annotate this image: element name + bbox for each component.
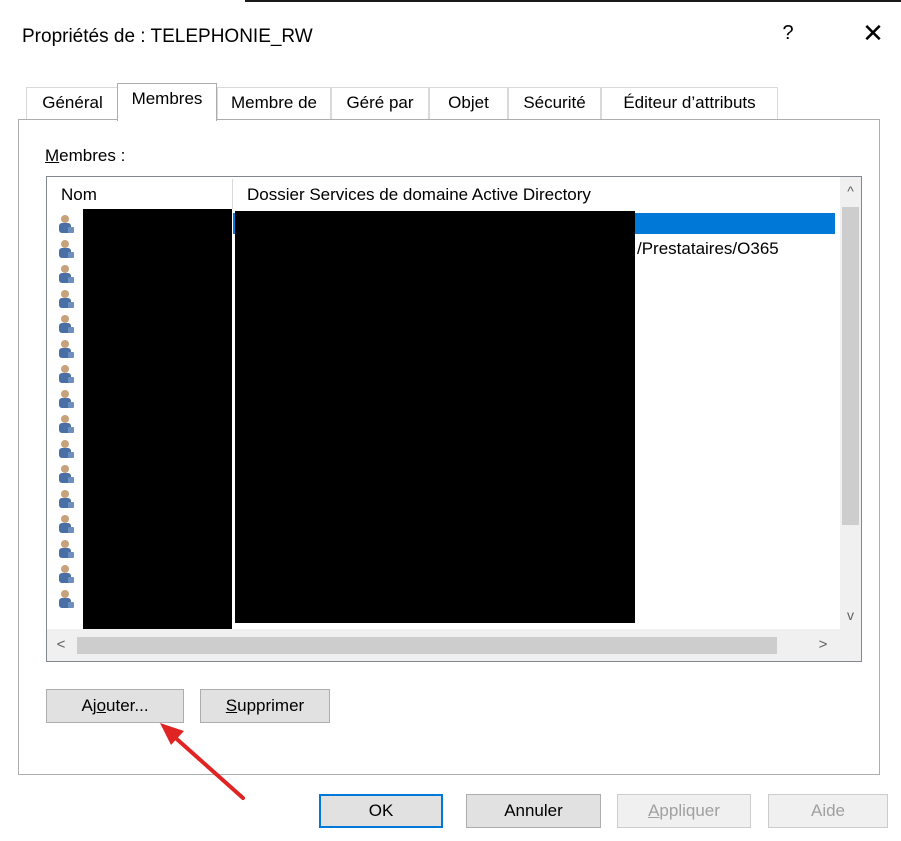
window-title: Propriétés de : TELEPHONIE_RW: [22, 26, 313, 47]
redaction-box: [235, 211, 635, 623]
help-icon[interactable]: ?: [778, 22, 798, 45]
tab-objet[interactable]: Objet: [429, 87, 508, 119]
user-icon: [59, 415, 74, 433]
tab-securite[interactable]: Sécurité: [508, 87, 601, 119]
scroll-right-icon[interactable]: >: [811, 629, 835, 661]
scroll-left-icon[interactable]: <: [49, 629, 73, 661]
members-label: Membres :: [45, 146, 126, 165]
tab-bar: Général Membres Membre de Géré par Objet…: [18, 83, 778, 121]
scroll-up-icon[interactable]: ^: [840, 179, 861, 203]
user-icon: [59, 365, 74, 383]
ok-button[interactable]: OK: [319, 794, 443, 828]
help-button[interactable]: Aide: [768, 794, 888, 828]
user-icon: [59, 440, 74, 458]
close-icon[interactable]: ✕: [860, 18, 886, 49]
column-header-dossier[interactable]: Dossier Services de domaine Active Direc…: [233, 177, 840, 211]
column-header-nom[interactable]: Nom: [47, 177, 232, 211]
top-border-line: [245, 0, 901, 2]
user-icon: [59, 265, 74, 283]
cancel-button[interactable]: Annuler: [466, 794, 601, 828]
horizontal-scrollbar[interactable]: < >: [47, 629, 861, 661]
add-button[interactable]: Ajouter...: [46, 689, 184, 723]
user-icon: [59, 390, 74, 408]
user-icon: [59, 490, 74, 508]
vertical-scroll-thumb[interactable]: [842, 207, 859, 525]
user-icon: [59, 540, 74, 558]
vertical-scrollbar[interactable]: ^ v: [840, 177, 861, 629]
user-icon: [59, 590, 74, 608]
tab-editeur-attributs[interactable]: Éditeur d’attributs: [601, 87, 778, 119]
column-header: Nom Dossier Services de domaine Active D…: [47, 177, 840, 211]
user-icon: [59, 215, 74, 233]
user-icon: [59, 240, 74, 258]
tab-general[interactable]: Général: [26, 87, 119, 119]
cell-folder: /Prestataires/O365: [637, 239, 779, 258]
tab-gere-par[interactable]: Géré par: [331, 87, 429, 119]
user-icon: [59, 340, 74, 358]
horizontal-scroll-thumb[interactable]: [77, 637, 777, 654]
apply-button[interactable]: Appliquer: [617, 794, 751, 828]
scroll-down-icon[interactable]: v: [840, 603, 861, 627]
user-icon: [59, 315, 74, 333]
user-icon: [59, 290, 74, 308]
tab-membre-de[interactable]: Membre de: [217, 87, 331, 119]
tab-membres[interactable]: Membres: [117, 83, 217, 121]
members-list[interactable]: Nom Dossier Services de domaine Active D…: [46, 176, 862, 662]
user-icon: [59, 465, 74, 483]
redaction-box: [83, 209, 232, 629]
user-icon: [59, 565, 74, 583]
user-icon: [59, 515, 74, 533]
remove-button[interactable]: Supprimer: [200, 689, 330, 723]
